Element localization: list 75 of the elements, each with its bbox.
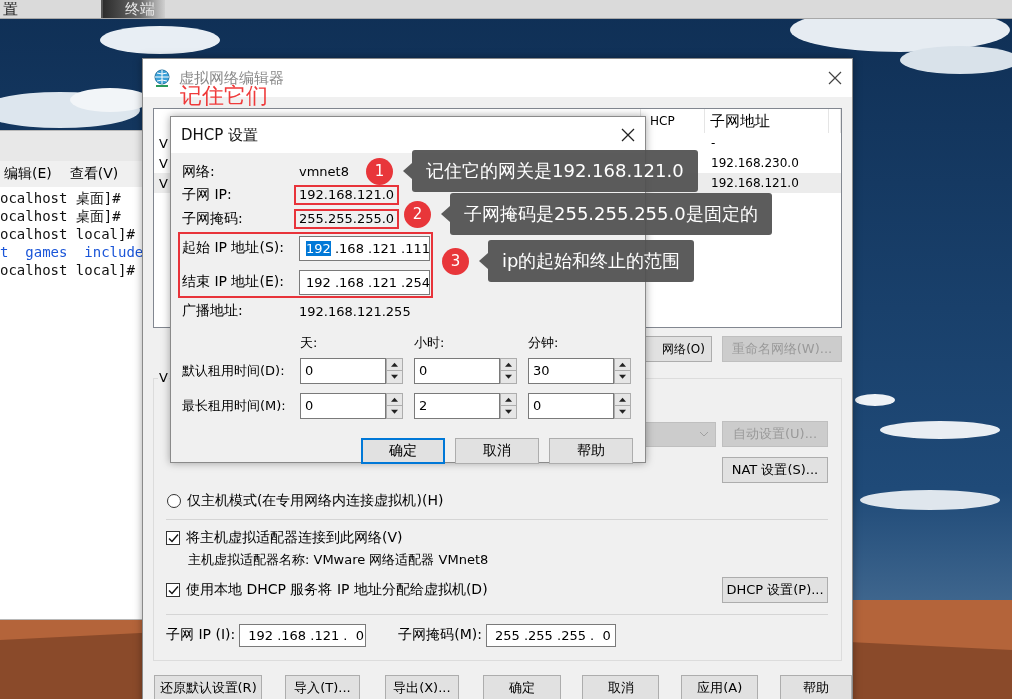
field-label: 起始 IP 地址(S): [182,239,284,257]
menu-item[interactable]: 编辑(E) [4,165,52,183]
annotation-note: 记住它们 [180,85,268,107]
dialog-button[interactable]: 导出(X)... [384,675,460,699]
column-label: 天: [300,334,318,352]
table-cell-text: - [710,136,716,150]
dialog-button[interactable]: 取消 [455,438,539,464]
terminal-line: ocalhost 桌面]# [0,189,122,207]
column-label: 小时: [414,334,445,352]
dhcp-settings-button[interactable]: DHCP 设置(P)... [722,577,828,603]
radio-label: 仅主机模式(在专用网络内连接虚拟机)(H) [187,492,444,510]
dialog-button[interactable]: 应用(A) [681,675,759,699]
dialog-button[interactable]: 确定 [483,675,562,699]
field-label: 子网 IP: [182,186,232,204]
field-value: vmnet8 [298,163,350,181]
field-label: 子网掩码: [182,210,243,228]
field-label: 结束 IP 地址(E): [182,273,284,291]
dialog-button[interactable]: 确定 [361,438,445,464]
pointer-icon [403,163,412,179]
checkmark-icon [167,532,179,544]
chevron-down-icon [699,431,709,437]
subnet-mask-field[interactable]: 255 .255 .255 . 0 [486,623,616,647]
spin-field[interactable]: 0 [528,392,614,419]
menu-item[interactable]: 查看(V) [69,165,119,183]
close-icon[interactable] [621,128,635,142]
taskbar-item[interactable]: 终端 [101,0,165,18]
close-icon[interactable] [828,71,842,85]
pointer-icon [479,253,488,269]
ip-address-field[interactable]: 192 .168 .121 .111 [299,235,430,261]
field-label: 网络: [182,163,215,181]
terminal-line: ocalhost local]# [0,261,136,279]
checkbox-label: 使用本地 DHCP 服务将 IP 地址分配给虚拟机(D) [186,581,488,599]
pointer-icon [441,206,450,222]
terminal-line: ocalhost local]# [0,225,136,243]
field-label: 最长租用时间(M): [182,396,286,415]
column-label: 分钟: [528,334,559,352]
terminal-line: ocalhost 桌面]# [0,207,122,225]
table-cell-text: V [158,135,168,151]
spin-field[interactable]: 2 [414,392,500,419]
callout-balloon: 子网掩码是255.255.255.0是固定的 [450,193,772,235]
callout-balloon: ip的起始和终止的范围 [488,240,695,282]
spin-field[interactable]: 0 [414,357,500,384]
terminal-line: t games include [0,243,145,261]
column-header[interactable]: 子网地址 [705,109,829,133]
spin-field[interactable]: 0 [300,357,386,384]
callout-balloon: 记住它的网关是192.168.121.0 [412,150,698,192]
dialog-button[interactable]: 帮助 [549,438,633,464]
table-cell-text: 192.168.121.0 [710,176,799,190]
field-label: 子网掩码(M): [398,626,482,644]
checkbox[interactable] [166,531,180,545]
adapter-name-text: 主机虚拟适配器名称: VMware 网络适配器 VMnet8 [188,551,489,569]
field-label: 广播地址: [182,302,243,320]
dialog-button[interactable]: 导入(T)... [285,675,360,699]
checkbox-label: 将主机虚拟适配器连接到此网络(V) [186,529,403,547]
group-title: V [158,370,169,385]
checkbox[interactable] [166,583,180,597]
dialog-title: DHCP 设置 [181,125,260,145]
spin-field[interactable]: 0 [300,392,386,419]
checkmark-icon [167,584,179,596]
field-label: 子网 IP (I): [166,626,236,644]
table-cell-text: V [158,175,168,191]
taskbar-item[interactable]: 置 [0,0,21,18]
field-value: 192.168.121.0 [294,185,400,205]
subnet-ip-field[interactable]: 192 .168 .121 . 0 [239,623,367,647]
radio-button[interactable] [167,494,181,508]
field-label: 默认租用时间(D): [182,361,285,380]
dialog-button[interactable]: 取消 [582,675,660,699]
ip-address-field[interactable]: 192 .168 .121 .254 [299,269,430,295]
field-value: 192.168.121.255 [299,303,411,319]
spin-field[interactable]: 30 [528,357,614,384]
field-value: 255.255.255.0 [294,209,400,229]
dialog-button[interactable]: 还原默认设置(R) [154,675,263,699]
globe-icon [153,69,171,87]
dialog-button[interactable]: 帮助 [780,675,852,699]
nat-settings-button[interactable]: NAT 设置(S)... [722,457,828,483]
